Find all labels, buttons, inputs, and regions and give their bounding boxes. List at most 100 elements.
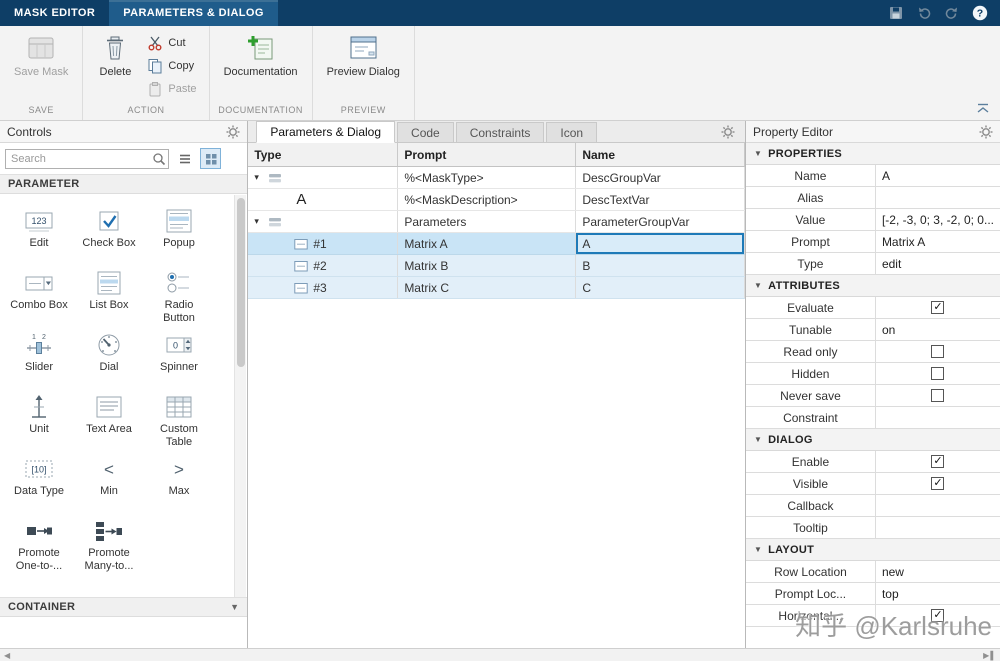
control-item-text-area[interactable]: Text Area [74, 388, 144, 450]
property-value[interactable]: new [876, 561, 1000, 582]
property-section-properties[interactable]: ▼PROPERTIES [746, 143, 1000, 165]
promote-many-icon [93, 517, 125, 545]
control-item-unit[interactable]: Unit [4, 388, 74, 450]
column-header-type[interactable]: Type [248, 143, 398, 166]
cell-type: A [248, 189, 398, 210]
property-row-callback: Callback [746, 495, 1000, 517]
property-row-never-save: Never save [746, 385, 1000, 407]
control-item-list-box[interactable]: List Box [74, 264, 144, 326]
control-item-max[interactable]: >Max [144, 450, 214, 512]
tab-code[interactable]: Code [397, 122, 454, 142]
expander-icon[interactable]: ▾ [254, 216, 268, 227]
control-item-min[interactable]: <Min [74, 450, 144, 512]
column-header-prompt[interactable]: Prompt [398, 143, 576, 166]
chevron-down-icon[interactable]: ▼ [230, 602, 239, 612]
toolbar-group-action: Delete Cut Copy Paste [83, 26, 209, 120]
property-section-attributes[interactable]: ▼ATTRIBUTES [746, 275, 1000, 297]
controls-search-row [0, 143, 247, 174]
tab-icon[interactable]: Icon [546, 122, 597, 142]
tab-parameters-and-dialog[interactable]: PARAMETERS & DIALOG [109, 0, 278, 26]
control-item-data-type[interactable]: [10]Data Type [4, 450, 74, 512]
checkbox-evaluate[interactable]: ✓ [931, 301, 944, 314]
control-item-spinner[interactable]: 0Spinner [144, 326, 214, 388]
checkbox-horizontal[interactable]: ✓ [931, 609, 944, 622]
property-value[interactable] [876, 517, 1000, 538]
control-item-check-box[interactable]: Check Box [74, 202, 144, 264]
control-item-promote-many-to[interactable]: Promote Many-to... [74, 512, 144, 574]
redo-icon[interactable] [944, 5, 960, 21]
checkbox-visible[interactable]: ✓ [931, 477, 944, 490]
paste-button[interactable]: Paste [141, 77, 202, 100]
delete-button[interactable]: Delete [89, 28, 141, 79]
expander-icon[interactable]: ▾ [254, 172, 268, 183]
table-row[interactable]: #1Matrix AA [248, 233, 745, 255]
checkbox-hidden[interactable] [931, 367, 944, 380]
control-item-dial[interactable]: Dial [74, 326, 144, 388]
table-row[interactable]: ▾%<MaskType>DescGroupVar [248, 167, 745, 189]
checkbox-enable[interactable]: ✓ [931, 455, 944, 468]
control-item-edit[interactable]: 123Edit [4, 202, 74, 264]
property-value[interactable]: on [876, 319, 1000, 340]
gear-icon[interactable] [979, 125, 993, 139]
property-value[interactable]: top [876, 583, 1000, 604]
property-label: Name [746, 165, 876, 186]
grid-view-button[interactable] [200, 148, 221, 169]
property-value[interactable]: edit [876, 253, 1000, 274]
table-row[interactable]: #3Matrix CC [248, 277, 745, 299]
tab-parameters-dialog[interactable]: Parameters & Dialog [256, 121, 395, 143]
property-value[interactable] [876, 407, 1000, 428]
search-input[interactable] [6, 153, 152, 165]
cell-type: #2 [248, 255, 398, 276]
collapse-ribbon-icon[interactable] [974, 102, 992, 114]
property-section-layout[interactable]: ▼LAYOUT [746, 539, 1000, 561]
table-row[interactable]: A%<MaskDescription>DescTextVar [248, 189, 745, 211]
property-value[interactable]: A [876, 165, 1000, 186]
column-header-name[interactable]: Name [576, 143, 745, 166]
combo-box-icon [23, 269, 55, 297]
control-item-promote-one-to[interactable]: Promote One-to-... [4, 512, 74, 574]
control-item-label: Edit [30, 237, 49, 250]
group-icon [268, 216, 282, 228]
data-type-icon: [10] [23, 455, 55, 483]
property-row-name: NameA [746, 165, 1000, 187]
save-icon[interactable] [888, 5, 904, 21]
property-label: Tunable [746, 319, 876, 340]
control-item-popup[interactable]: Popup [144, 202, 214, 264]
control-item-combo-box[interactable]: Combo Box [4, 264, 74, 326]
control-item-slider[interactable]: 12Slider [4, 326, 74, 388]
gear-icon[interactable] [226, 125, 240, 139]
documentation-button[interactable]: Documentation [216, 28, 306, 79]
property-value[interactable]: Matrix A [876, 231, 1000, 252]
table-row[interactable]: #2Matrix BB [248, 255, 745, 277]
checkbox-never-save[interactable] [931, 389, 944, 402]
help-icon[interactable]: ? [972, 5, 988, 21]
save-mask-button[interactable]: Save Mask [6, 28, 76, 79]
property-value[interactable] [876, 495, 1000, 516]
property-section-dialog[interactable]: ▼DIALOG [746, 429, 1000, 451]
min-icon: < [93, 455, 125, 483]
cut-button[interactable]: Cut [141, 31, 202, 54]
cell-name: DescTextVar [576, 189, 745, 210]
property-value[interactable]: [-2, -3, 0; 3, -2, 0; 0... [876, 209, 1000, 230]
checkbox-read-only[interactable] [931, 345, 944, 358]
list-view-button[interactable] [174, 148, 195, 169]
tab-constraints[interactable]: Constraints [456, 122, 545, 142]
scroll-left-icon[interactable]: ◀ [4, 651, 10, 660]
table-row[interactable]: ▾ParametersParameterGroupVar [248, 211, 745, 233]
property-value[interactable] [876, 187, 1000, 208]
scrollbar-thumb[interactable] [237, 198, 245, 367]
copy-button[interactable]: Copy [141, 54, 202, 77]
property-section-label: PROPERTIES [768, 148, 842, 160]
control-item-custom-table[interactable]: Custom Table [144, 388, 214, 450]
controls-scrollbar[interactable] [234, 195, 246, 597]
preview-dialog-button[interactable]: Preview Dialog [319, 28, 408, 79]
scroll-right-icon: ▶ [983, 651, 989, 660]
gear-icon[interactable] [721, 125, 735, 139]
tab-mask-editor[interactable]: MASK EDITOR [0, 0, 109, 26]
scroll-right-controls[interactable]: ▶▌ [983, 651, 996, 660]
parameter-section-header[interactable]: PARAMETER [0, 174, 247, 194]
undo-icon[interactable] [916, 5, 932, 21]
container-section-header[interactable]: CONTAINER ▼ [0, 597, 247, 617]
property-label: Never save [746, 385, 876, 406]
control-item-radio-button[interactable]: Radio Button [144, 264, 214, 326]
